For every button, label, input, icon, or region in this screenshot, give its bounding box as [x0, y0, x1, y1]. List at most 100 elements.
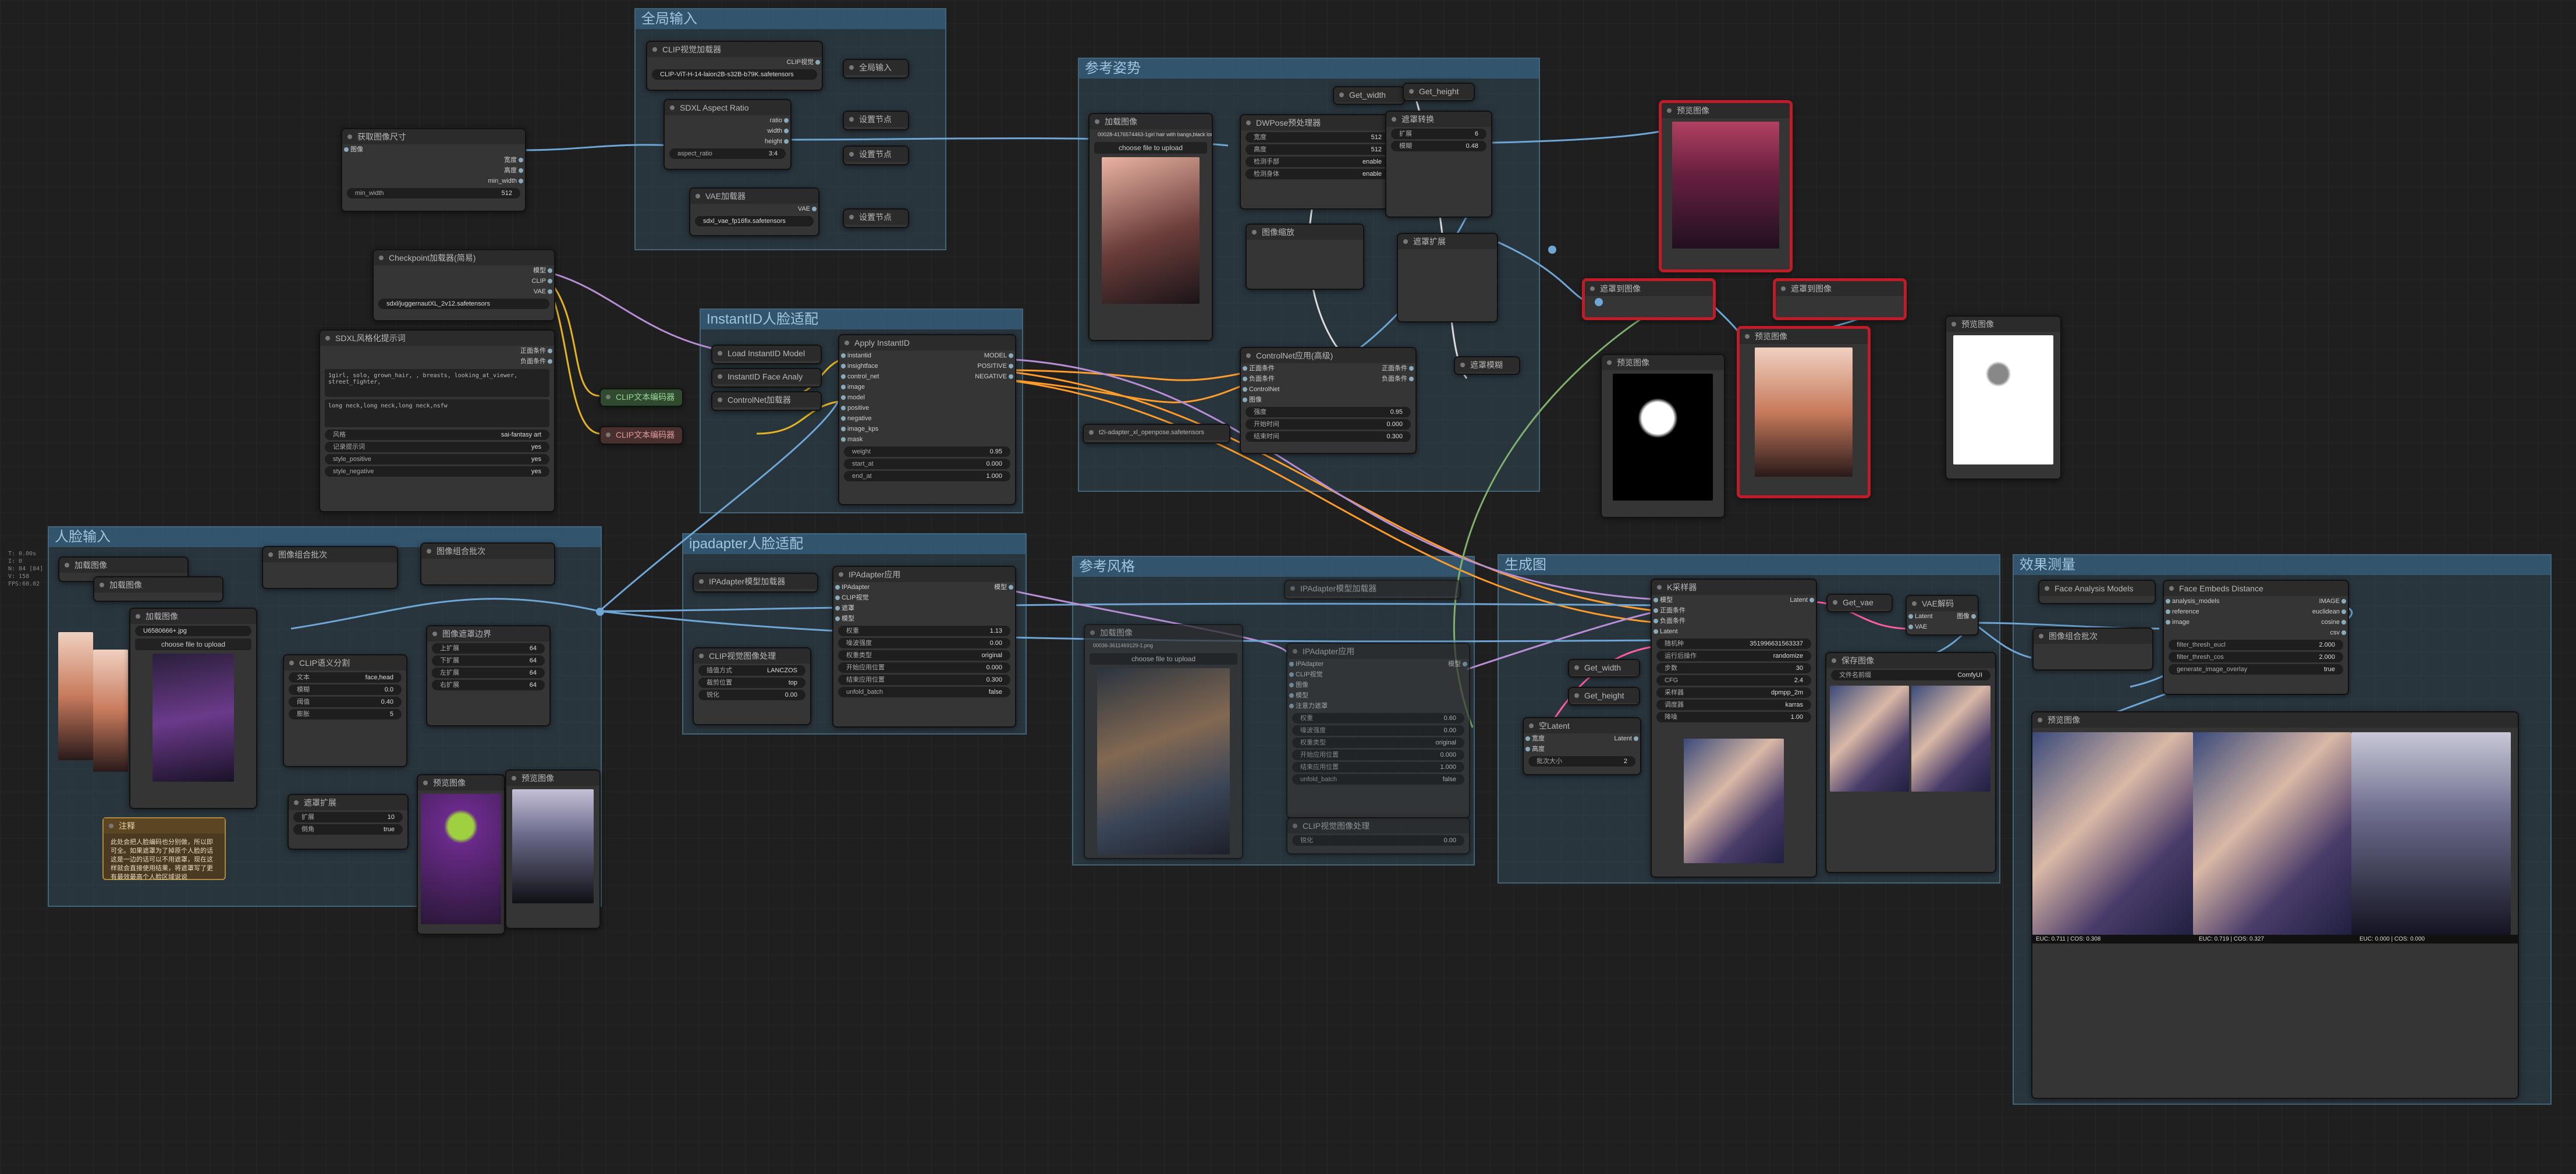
- csv-output[interactable]: csv: [2330, 627, 2346, 638]
- preview-face-node[interactable]: 预览图像: [505, 769, 601, 929]
- clip-vision-input[interactable]: CLIP视觉: [1296, 671, 1322, 678]
- start-field[interactable]: 开始时间 0.000: [1246, 419, 1411, 430]
- start-field[interactable]: 开始应用位置 0.000: [1292, 750, 1464, 760]
- set-node[interactable]: 设置节点: [843, 146, 909, 165]
- positive-output[interactable]: 正面条件: [520, 346, 552, 356]
- image-mask-boundary-node[interactable]: 图像遮罩边界 上扩展 64 下扩展 64 左扩展 64 右扩展 64: [426, 625, 551, 726]
- positive-input[interactable]: 正面条件: [1249, 365, 1275, 372]
- width-output[interactable]: 宽度: [504, 155, 523, 165]
- image-kps-input[interactable]: image_kps: [847, 425, 878, 432]
- model-output[interactable]: 模型: [1448, 659, 1467, 669]
- instantid-face-analysis-node[interactable]: InstantID Face Analy: [711, 368, 822, 388]
- negative-output[interactable]: NEGATIVE: [975, 371, 1013, 382]
- thresh-cos-field[interactable]: filter_thresh_cos 2.000: [2169, 652, 2343, 662]
- dilation-field[interactable]: 膨胀 5: [289, 709, 402, 719]
- width-input[interactable]: 宽度: [1532, 735, 1545, 742]
- ipadapter-input[interactable]: IPAdapter: [842, 584, 870, 591]
- min-width-field[interactable]: min_width 512: [347, 188, 520, 198]
- expand-left-field[interactable]: 左扩展 64: [432, 668, 545, 678]
- dw-body-toggle[interactable]: 检测身体 enable: [1246, 169, 1390, 179]
- style-clip-vision-prep-node[interactable]: CLIP视觉图像处理 锐化 0.00: [1286, 817, 1470, 854]
- face-analysis-models-node[interactable]: Face Analysis Models: [2038, 580, 2156, 604]
- get-width-node[interactable]: Get_width: [1568, 659, 1640, 678]
- model-output[interactable]: MODEL: [984, 350, 1014, 361]
- mask-to-image-node[interactable]: 遮罩到图像: [1773, 278, 1907, 320]
- mask-input[interactable]: mask: [847, 436, 863, 443]
- width-output[interactable]: width: [767, 126, 789, 136]
- global-input-reroute-node[interactable]: 全局输入: [843, 59, 909, 79]
- preview-white-mask-node[interactable]: 预览图像: [1945, 315, 2061, 480]
- style-select[interactable]: 风格 sai-fantasy art: [325, 430, 549, 440]
- mask-blur-node[interactable]: 遮罩模糊: [1454, 356, 1520, 375]
- model-input[interactable]: 模型: [1660, 597, 1673, 604]
- style-negative-toggle[interactable]: style_negative yes: [325, 466, 549, 477]
- image-input[interactable]: 图像: [1296, 682, 1308, 689]
- set-node[interactable]: 设置节点: [843, 208, 909, 228]
- controlnet-input[interactable]: ControlNet: [1249, 386, 1280, 393]
- latent-input[interactable]: Latent: [1660, 628, 1678, 635]
- insightface-input[interactable]: insightface: [847, 363, 878, 370]
- scheduler-select[interactable]: 调度器 karras: [1656, 700, 1811, 710]
- analysis-models-input[interactable]: analysis_models: [2172, 598, 2219, 605]
- ipadapter-loader-node[interactable]: IPAdapter模型加载器: [693, 573, 818, 593]
- empty-latent-node[interactable]: 空Latent 宽度 Latent 高度 批次大小 2: [1523, 717, 1641, 775]
- blur-field[interactable]: 模糊 0.48: [1391, 141, 1486, 151]
- vae-output[interactable]: VAE: [798, 204, 817, 214]
- clip-model-select[interactable]: CLIP-ViT-H-14-laion2B-s32B-b79K.safetens…: [652, 69, 817, 80]
- ipadapter-input[interactable]: IPAdapter: [1296, 661, 1324, 668]
- blur-field[interactable]: 模糊 0.0: [289, 684, 402, 695]
- t2i-adapter-loader-node[interactable]: t2i-adapter_xl_openpose.safetensors: [1083, 424, 1230, 444]
- dwpose-node[interactable]: DWPose预处理器 宽度 512 高度 512 检测手部 enable 检测身体 en…: [1240, 114, 1396, 210]
- clipseg-node[interactable]: CLIP语义分割 文本 face,head 模糊 0.0 阈值 0.40 膨胀 5: [283, 654, 407, 767]
- preview-mask-node[interactable]: 预览图像: [1601, 354, 1725, 518]
- sdxl-style-prompt-node[interactable]: SDXL风格化提示词 正面条件 负面条件 1girl, solo, grown_…: [319, 329, 555, 512]
- weight-field[interactable]: 权重 1.13: [838, 626, 1010, 636]
- weight-field[interactable]: weight 0.95: [844, 446, 1010, 457]
- face-load-image-node[interactable]: 加载图像: [93, 576, 223, 602]
- set-node[interactable]: 设置节点: [843, 111, 909, 130]
- choose-file-button[interactable]: choose file to upload: [1090, 653, 1237, 665]
- style-ipadapter-apply-node[interactable]: IPAdapter应用 IPAdapter 模型 CLIP视觉 图像 模型 注意力…: [1286, 643, 1470, 818]
- overlay-toggle[interactable]: generate_image_overlay true: [2169, 664, 2343, 675]
- expand-right-field[interactable]: 右扩展 64: [432, 680, 545, 690]
- mask-expand-node[interactable]: 遮罩扩展 扩展 10 倒角 true: [288, 794, 409, 850]
- clip-vision-loader-node[interactable]: CLIP视觉加载器 CLIP视觉 CLIP-ViT-H-14-laion2B-s…: [646, 41, 823, 91]
- negative-input[interactable]: 负面条件: [1249, 375, 1275, 382]
- expand-down-field[interactable]: 下扩展 64: [432, 655, 545, 666]
- image-file-select[interactable]: U6580666+.jpg: [135, 626, 251, 636]
- model-input[interactable]: 模型: [1296, 692, 1308, 699]
- positive-input[interactable]: 正面条件: [1660, 607, 1686, 614]
- latent-output[interactable]: Latent: [1614, 733, 1638, 744]
- latent-input[interactable]: Latent: [1915, 613, 1933, 620]
- image-output[interactable]: IMAGE: [2319, 596, 2347, 606]
- control-net-input[interactable]: control_net: [847, 373, 879, 380]
- control-after-generate-select[interactable]: 运行后操作 randomize: [1656, 651, 1811, 661]
- sharpening-field[interactable]: 锐化 0.00: [1292, 835, 1464, 846]
- vae-model-select[interactable]: sdxl_vae_fp16fix.safetensors: [695, 216, 814, 226]
- style-positive-toggle[interactable]: style_positive yes: [325, 454, 549, 464]
- controlnet-apply-node[interactable]: ControlNet应用(高级) 正面条件 正面条件 负面条件 负面条件 Contr…: [1240, 347, 1417, 454]
- get-height-node[interactable]: Get_height: [1568, 687, 1640, 705]
- sharpening-field[interactable]: 锐化 0.00: [698, 690, 806, 700]
- eval-image-batch-node[interactable]: 图像组合批次: [2032, 627, 2153, 671]
- dw-width-field[interactable]: 宽度 512: [1246, 132, 1390, 143]
- mask-grow-node[interactable]: 遮罩扩展: [1397, 233, 1498, 322]
- weight-type-select[interactable]: 权重类型 original: [1292, 737, 1464, 748]
- clip-text-encode-node[interactable]: CLIP文本编码器: [599, 388, 683, 407]
- expand-field[interactable]: 扩展 10: [293, 812, 403, 822]
- get-height-node[interactable]: Get_height: [1403, 83, 1475, 101]
- start-at-field[interactable]: start_at 0.000: [844, 459, 1010, 469]
- negative-output[interactable]: 负面条件: [520, 356, 552, 367]
- attn-mask-input[interactable]: 注意力遮罩: [1296, 703, 1328, 710]
- reroute-dot[interactable]: [596, 608, 604, 616]
- image-batch-node[interactable]: 图像组合批次: [420, 542, 555, 586]
- clip-vision-output[interactable]: CLIP视觉: [787, 57, 821, 68]
- mask-ops-node[interactable]: 遮罩转换 扩展 6 模糊 0.48: [1385, 111, 1492, 218]
- reroute-dot[interactable]: [1595, 298, 1603, 306]
- face-load-image-main-node[interactable]: 加载图像 U6580666+.jpg choose file to upload: [129, 608, 257, 809]
- choose-file-button[interactable]: choose file to upload: [1094, 142, 1207, 154]
- weight-type-select[interactable]: 权重类型 original: [838, 650, 1010, 661]
- end-field[interactable]: 结束应用位置 0.300: [838, 675, 1010, 685]
- latent-output[interactable]: Latent: [1790, 595, 1814, 605]
- choose-file-button[interactable]: choose file to upload: [135, 639, 251, 650]
